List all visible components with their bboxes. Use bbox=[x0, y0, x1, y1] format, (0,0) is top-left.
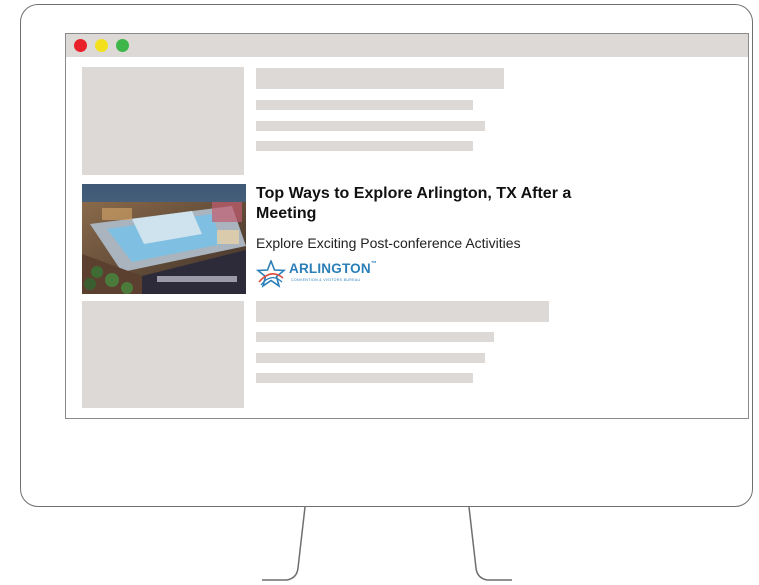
ad-description[interactable]: Explore Exciting Post-conference Activit… bbox=[256, 235, 521, 251]
placeholder-line bbox=[256, 121, 485, 131]
minimize-button[interactable] bbox=[95, 39, 108, 52]
ad-thumbnail-image[interactable] bbox=[82, 184, 246, 294]
placeholder-line bbox=[256, 353, 485, 363]
placeholder-thumbnail bbox=[82, 301, 244, 408]
logo-wordmark: ARLINGTON™ bbox=[289, 261, 377, 276]
ad-headline[interactable]: Top Ways to Explore Arlington, TX After … bbox=[256, 184, 596, 224]
placeholder-title bbox=[256, 68, 504, 89]
trademark-mark: ™ bbox=[370, 261, 378, 267]
placeholder-title bbox=[256, 301, 549, 322]
arlington-logo[interactable]: ARLINGTON™ CONVENTION & VISITORS BUREAU bbox=[255, 258, 377, 290]
maximize-button[interactable] bbox=[116, 39, 129, 52]
title-bar bbox=[66, 34, 748, 57]
logo-tagline: CONVENTION & VISITORS BUREAU bbox=[291, 278, 361, 282]
monitor-frame: Top Ways to Explore Arlington, TX After … bbox=[20, 4, 753, 507]
close-button[interactable] bbox=[74, 39, 87, 52]
logo-wordmark-text: ARLINGTON bbox=[289, 261, 371, 276]
star-icon bbox=[255, 258, 287, 288]
placeholder-line bbox=[256, 100, 473, 110]
placeholder-line bbox=[256, 332, 494, 342]
placeholder-line bbox=[256, 373, 473, 383]
placeholder-thumbnail bbox=[82, 67, 244, 175]
placeholder-line bbox=[256, 141, 473, 151]
browser-window: Top Ways to Explore Arlington, TX After … bbox=[65, 33, 749, 419]
